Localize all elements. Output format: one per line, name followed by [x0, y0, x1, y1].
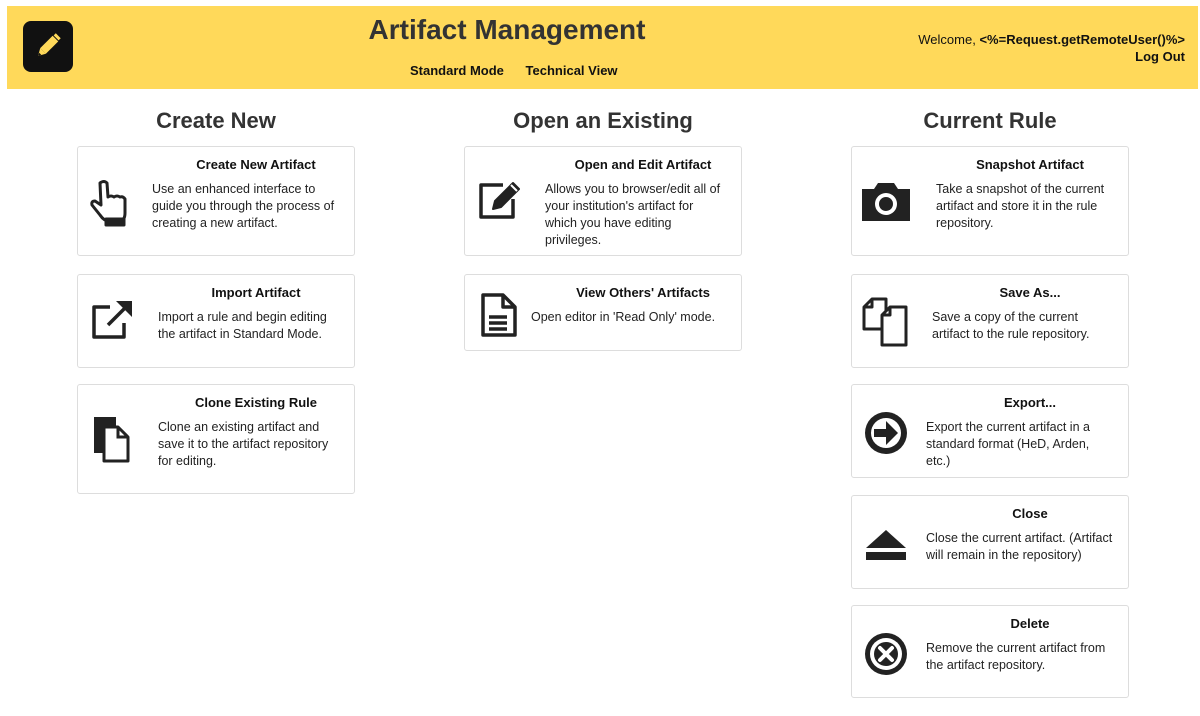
export-card[interactable]: Export... Export the current artifact in…	[851, 384, 1129, 478]
pointing-hand-icon	[86, 177, 138, 229]
save-as-card[interactable]: Save As... Save a copy of the current ar…	[851, 274, 1129, 368]
logout-link[interactable]: Log Out	[918, 48, 1185, 65]
create-new-heading: Create New	[156, 108, 276, 133]
eject-icon	[860, 518, 912, 570]
mode-nav: Standard Mode Technical View	[410, 63, 636, 78]
snapshot-artifact-card[interactable]: Snapshot Artifact Take a snapshot of the…	[851, 146, 1129, 256]
card-title: Import Artifact	[211, 285, 301, 300]
close-card[interactable]: Close Close the current artifact. (Artif…	[851, 495, 1129, 589]
open-existing-heading: Open an Existing	[513, 108, 693, 133]
card-title: Close	[1012, 506, 1048, 521]
delete-circle-icon	[860, 628, 912, 680]
clone-icon	[86, 413, 138, 465]
user-box: Welcome, <%=Request.getRemoteUser()%> Lo…	[918, 31, 1185, 65]
card-title: Delete	[1010, 616, 1050, 631]
card-title: Create New Artifact	[196, 157, 316, 172]
page-title: Artifact Management	[368, 14, 646, 45]
card-title: Export...	[1003, 395, 1056, 410]
copy-icon	[860, 295, 912, 347]
import-artifact-card[interactable]: Import Artifact Import a rule and begin …	[77, 274, 355, 368]
current-rule-heading: Current Rule	[923, 108, 1057, 133]
document-icon	[473, 289, 525, 341]
card-description: Clone an existing artifact and save it t…	[158, 420, 329, 468]
card-description: Take a snapshot of the current artifact …	[936, 182, 1105, 230]
delete-card[interactable]: Delete Remove the current artifact from …	[851, 605, 1129, 698]
card-description: Close the current artifact. (Artifact wi…	[926, 531, 1113, 562]
card-title: Clone Existing Rule	[194, 395, 318, 410]
edit-icon	[473, 175, 525, 227]
card-title: View Others' Artifacts	[576, 285, 710, 300]
standard-mode-link[interactable]: Standard Mode	[410, 63, 504, 78]
app-header: Artifact Management Standard Mode Techni…	[7, 6, 1198, 89]
welcome-label: Welcome,	[918, 32, 976, 47]
camera-icon	[860, 175, 912, 227]
card-description: Allows you to browser/edit all of your i…	[545, 182, 721, 247]
open-edit-artifact-card[interactable]: Open and Edit Artifact Allows you to bro…	[464, 146, 742, 256]
external-link-icon	[86, 295, 138, 347]
card-title: Open and Edit Artifact	[574, 157, 712, 172]
card-title: Snapshot Artifact	[976, 157, 1084, 172]
card-title: Save As...	[999, 285, 1061, 300]
create-new-artifact-card[interactable]: Create New Artifact Use an enhanced inte…	[77, 146, 355, 256]
technical-view-link[interactable]: Technical View	[526, 63, 618, 78]
card-description: Export the current artifact in a standar…	[926, 420, 1090, 468]
card-description: Remove the current artifact from the art…	[926, 641, 1106, 672]
clone-existing-rule-card[interactable]: Clone Existing Rule Clone an existing ar…	[77, 384, 355, 494]
card-description: Import a rule and begin editing the arti…	[158, 310, 327, 341]
arrow-right-circle-icon	[860, 407, 912, 459]
card-description: Use an enhanced interface to guide you t…	[152, 182, 335, 230]
user-name: <%=Request.getRemoteUser()%>	[979, 32, 1185, 47]
card-description: Open editor in 'Read Only' mode.	[531, 310, 716, 324]
card-description: Save a copy of the current artifact to t…	[932, 310, 1090, 341]
view-others-artifacts-card[interactable]: View Others' Artifacts Open editor in 'R…	[464, 274, 742, 351]
